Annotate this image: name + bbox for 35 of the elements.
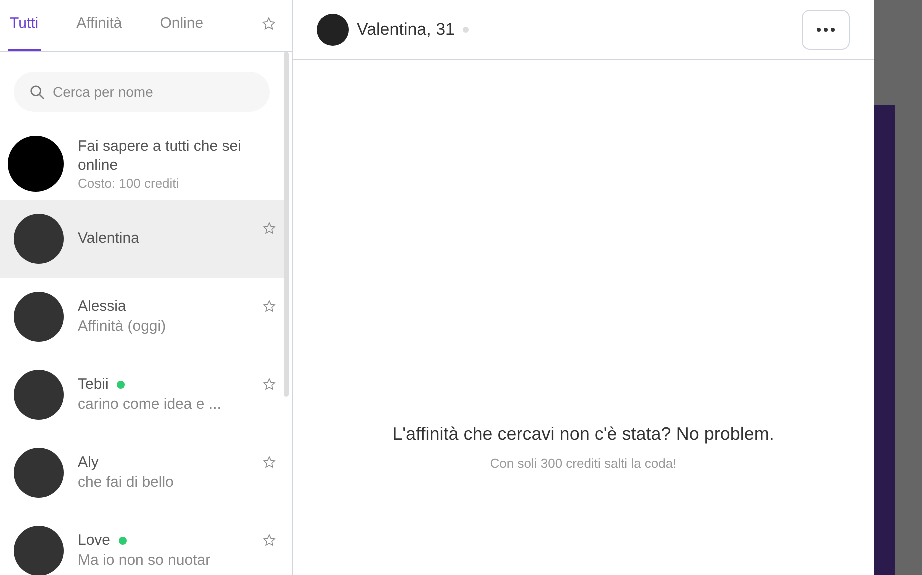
star-icon[interactable] — [263, 300, 276, 313]
subline: Con soli 300 crediti salti la coda! — [490, 455, 677, 473]
message-preview: che fai di bello — [78, 473, 174, 493]
promo-title: Fai sapere a tutti che sei online — [78, 136, 242, 174]
avatar-placeholder — [317, 14, 349, 46]
contact-name: Tebii — [78, 375, 109, 395]
avatar-placeholder — [14, 448, 64, 498]
star-icon[interactable] — [262, 17, 276, 31]
headline: L'affinità che cercavi non c'è stata? No problem. — [392, 423, 774, 446]
message-preview: Ma io non so nuotar — [78, 551, 211, 571]
search-icon — [30, 85, 45, 100]
tab[interactable]: Online — [158, 0, 206, 51]
tab[interactable]: Tutti — [8, 0, 41, 51]
star-icon[interactable] — [263, 456, 276, 469]
more-button[interactable] — [802, 10, 850, 50]
contact-name: Valentina — [78, 229, 140, 249]
chat-title: Valentina, 31 — [357, 18, 455, 41]
search-field[interactable]: Cerca per nome — [14, 72, 270, 112]
tab[interactable]: Affinità — [74, 0, 124, 51]
avatar-placeholder — [14, 526, 64, 575]
star-icon[interactable] — [263, 378, 276, 391]
message-preview: carino come idea e ... — [78, 395, 222, 415]
avatar-placeholder — [14, 214, 64, 264]
promo-subtitle: Costo: 100 crediti — [78, 174, 180, 192]
contact-name: Alessia — [78, 297, 126, 317]
contact-name: Aly — [78, 453, 99, 473]
avatar-placeholder — [14, 292, 64, 342]
star-icon[interactable] — [263, 534, 276, 547]
more-icon — [817, 28, 835, 32]
star-icon[interactable] — [263, 222, 276, 235]
contact-row[interactable]: Valentina — [0, 200, 284, 278]
scrollbar[interactable] — [284, 52, 289, 397]
contact-name: Love — [78, 531, 111, 551]
message-preview: Affinità (oggi) — [78, 317, 166, 337]
avatar-placeholder — [14, 370, 64, 420]
